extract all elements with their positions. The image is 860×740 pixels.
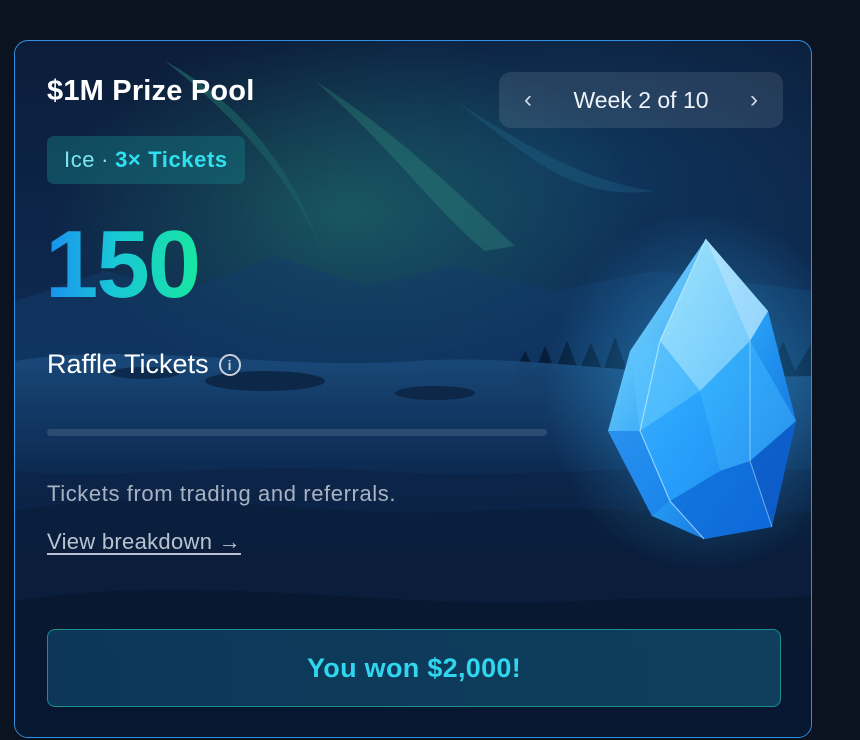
chevron-right-icon[interactable]: ›: [743, 88, 765, 112]
you-won-button[interactable]: You won $2,000!: [47, 629, 781, 707]
ice-crystal-icon: [608, 238, 796, 540]
tickets-description: Tickets from trading and referrals.: [47, 481, 397, 506]
tier-badge: Ice · 3× Tickets: [47, 136, 245, 184]
ticket-count: 150: [45, 211, 201, 318]
week-label: Week 2 of 10: [573, 86, 709, 113]
card-title: $1M Prize Pool: [47, 75, 255, 107]
view-breakdown-link[interactable]: View breakdown →: [47, 529, 241, 555]
tier-name: Ice: [64, 147, 96, 172]
ticket-label: Raffle Tickets: [47, 349, 209, 379]
badge-separator: ·: [101, 147, 110, 172]
prize-pool-card: $1M Prize Pool ‹ Week 2 of 10 › Ice · 3×…: [14, 40, 812, 738]
progress-bar: [47, 429, 547, 436]
info-icon[interactable]: i: [218, 353, 241, 376]
week-navigator: ‹ Week 2 of 10 ›: [499, 72, 783, 128]
chevron-left-icon[interactable]: ‹: [517, 88, 539, 112]
ticket-label-row: Raffle Tickets i: [47, 349, 241, 380]
ticket-multiplier: 3× Tickets: [115, 147, 228, 172]
